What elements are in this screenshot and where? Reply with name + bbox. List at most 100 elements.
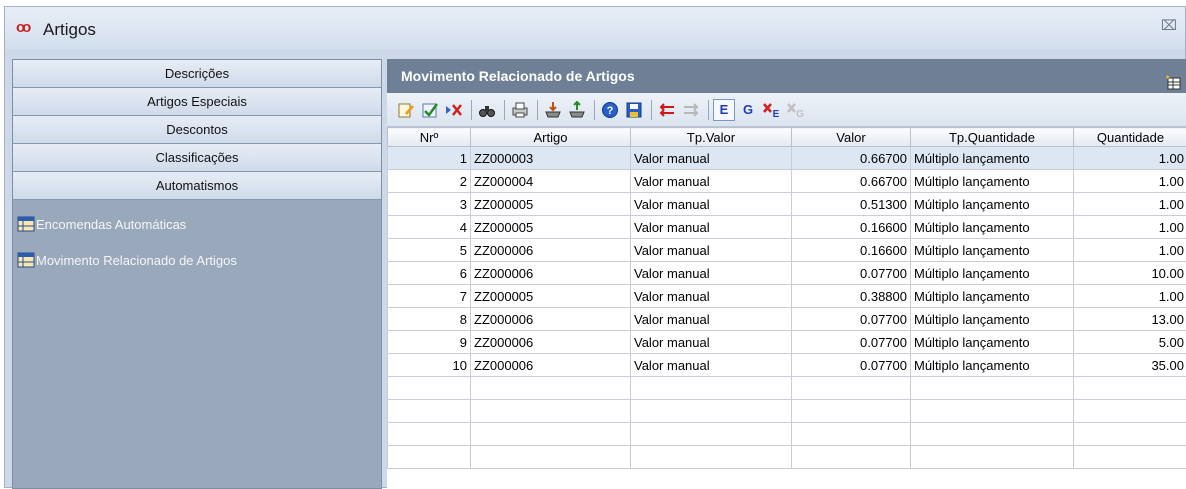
empty-cell[interactable]: [631, 423, 792, 446]
table-cell[interactable]: 1.00: [1074, 285, 1186, 308]
empty-cell[interactable]: [792, 377, 911, 400]
table-cell[interactable]: ZZ000004: [471, 170, 631, 193]
print-icon[interactable]: [509, 99, 531, 121]
table-row[interactable]: 7ZZ000005Valor manual0.38800Múltiplo lan…: [388, 285, 1186, 308]
table-cell[interactable]: Valor manual: [631, 216, 792, 239]
table-cell[interactable]: Valor manual: [631, 331, 792, 354]
table-cell[interactable]: 10: [388, 354, 471, 377]
empty-cell[interactable]: [1074, 377, 1186, 400]
table-cell[interactable]: 10.00: [1074, 262, 1186, 285]
table-cell[interactable]: 0.16600: [792, 239, 911, 262]
table-cell[interactable]: ZZ000006: [471, 239, 631, 262]
column-header-valor[interactable]: Valor: [792, 128, 911, 147]
empty-cell[interactable]: [911, 446, 1074, 469]
table-cell[interactable]: Múltiplo lançamento: [911, 262, 1074, 285]
column-header-quantidade[interactable]: Quantidade: [1074, 128, 1186, 147]
sidebar-button-classificacoes[interactable]: Classificações: [13, 144, 381, 172]
table-cell[interactable]: 2: [388, 170, 471, 193]
grid-settings-icon[interactable]: [1165, 68, 1181, 84]
empty-cell[interactable]: [388, 377, 471, 400]
table-cell[interactable]: 13.00: [1074, 308, 1186, 331]
move-left-icon[interactable]: [656, 99, 678, 121]
empty-cell[interactable]: [911, 400, 1074, 423]
table-row[interactable]: 6ZZ000006Valor manual0.07700Múltiplo lan…: [388, 262, 1186, 285]
table-cell[interactable]: Múltiplo lançamento: [911, 285, 1074, 308]
table-cell[interactable]: 1.00: [1074, 170, 1186, 193]
table-cell[interactable]: Valor manual: [631, 147, 792, 170]
table-cell[interactable]: Múltiplo lançamento: [911, 147, 1074, 170]
empty-cell[interactable]: [1074, 400, 1186, 423]
table-cell[interactable]: 3: [388, 193, 471, 216]
empty-row[interactable]: [388, 423, 1186, 446]
export-icon[interactable]: [566, 99, 588, 121]
table-cell[interactable]: 0.66700: [792, 147, 911, 170]
table-cell[interactable]: 0.07700: [792, 262, 911, 285]
table-row[interactable]: 1ZZ000003Valor manual0.66700Múltiplo lan…: [388, 147, 1186, 170]
empty-cell[interactable]: [1074, 446, 1186, 469]
table-cell[interactable]: 5.00: [1074, 331, 1186, 354]
table-cell[interactable]: Múltiplo lançamento: [911, 239, 1074, 262]
move-right-icon[interactable]: [680, 99, 702, 121]
e-icon[interactable]: E: [713, 99, 735, 121]
table-cell[interactable]: 9: [388, 331, 471, 354]
table-cell[interactable]: 0.16600: [792, 216, 911, 239]
empty-row[interactable]: [388, 400, 1186, 423]
table-cell[interactable]: ZZ000006: [471, 331, 631, 354]
table-cell[interactable]: 0.07700: [792, 331, 911, 354]
table-cell[interactable]: 0.66700: [792, 170, 911, 193]
table-cell[interactable]: 6: [388, 262, 471, 285]
table-cell[interactable]: 0.07700: [792, 308, 911, 331]
empty-cell[interactable]: [631, 446, 792, 469]
empty-cell[interactable]: [911, 423, 1074, 446]
column-header-tp-valor[interactable]: Tp.Valor: [631, 128, 792, 147]
table-cell[interactable]: 5: [388, 239, 471, 262]
table-cell[interactable]: ZZ000005: [471, 193, 631, 216]
table-cell[interactable]: Valor manual: [631, 170, 792, 193]
table-cell[interactable]: Valor manual: [631, 285, 792, 308]
delete-e-icon[interactable]: E: [761, 99, 783, 121]
table-cell[interactable]: 0.07700: [792, 354, 911, 377]
empty-cell[interactable]: [471, 400, 631, 423]
empty-cell[interactable]: [911, 377, 1074, 400]
close-icon[interactable]: ⌧: [1161, 17, 1177, 34]
table-cell[interactable]: ZZ000006: [471, 354, 631, 377]
table-cell[interactable]: Valor manual: [631, 262, 792, 285]
table-cell[interactable]: 1.00: [1074, 239, 1186, 262]
table-cell[interactable]: 0.51300: [792, 193, 911, 216]
table-cell[interactable]: ZZ000006: [471, 262, 631, 285]
delete-icon[interactable]: [443, 99, 465, 121]
empty-row[interactable]: [388, 446, 1186, 469]
g-icon[interactable]: G: [737, 99, 759, 121]
table-row[interactable]: 9ZZ000006Valor manual0.07700Múltiplo lan…: [388, 331, 1186, 354]
empty-cell[interactable]: [631, 377, 792, 400]
empty-cell[interactable]: [792, 446, 911, 469]
table-cell[interactable]: 8: [388, 308, 471, 331]
table-cell[interactable]: 1.00: [1074, 147, 1186, 170]
table-cell[interactable]: 1: [388, 147, 471, 170]
empty-cell[interactable]: [471, 446, 631, 469]
table-cell[interactable]: 1.00: [1074, 216, 1186, 239]
table-row[interactable]: 3ZZ000005Valor manual0.51300Múltiplo lan…: [388, 193, 1186, 216]
table-row[interactable]: 8ZZ000006Valor manual0.07700Múltiplo lan…: [388, 308, 1186, 331]
sidebar-item-encomendas-automaticas[interactable]: Encomendas Automáticas: [13, 206, 381, 242]
empty-cell[interactable]: [388, 400, 471, 423]
table-cell[interactable]: ZZ000005: [471, 285, 631, 308]
table-row[interactable]: 5ZZ000006Valor manual0.16600Múltiplo lan…: [388, 239, 1186, 262]
table-cell[interactable]: Valor manual: [631, 354, 792, 377]
empty-cell[interactable]: [792, 423, 911, 446]
table-cell[interactable]: Valor manual: [631, 239, 792, 262]
table-row[interactable]: 4ZZ000005Valor manual0.16600Múltiplo lan…: [388, 216, 1186, 239]
import-icon[interactable]: [542, 99, 564, 121]
check-icon[interactable]: [419, 99, 441, 121]
table-cell[interactable]: Múltiplo lançamento: [911, 331, 1074, 354]
empty-cell[interactable]: [631, 400, 792, 423]
table-cell[interactable]: Múltiplo lançamento: [911, 216, 1074, 239]
column-header-tp-quantidade[interactable]: Tp.Quantidade: [911, 128, 1074, 147]
sidebar-button-automatismos[interactable]: Automatismos: [13, 172, 381, 200]
table-cell[interactable]: Valor manual: [631, 308, 792, 331]
table-cell[interactable]: 35.00: [1074, 354, 1186, 377]
table-cell[interactable]: Múltiplo lançamento: [911, 308, 1074, 331]
table-cell[interactable]: ZZ000005: [471, 216, 631, 239]
sidebar-button-descontos[interactable]: Descontos: [13, 116, 381, 144]
column-header-artigo[interactable]: Artigo: [471, 128, 631, 147]
